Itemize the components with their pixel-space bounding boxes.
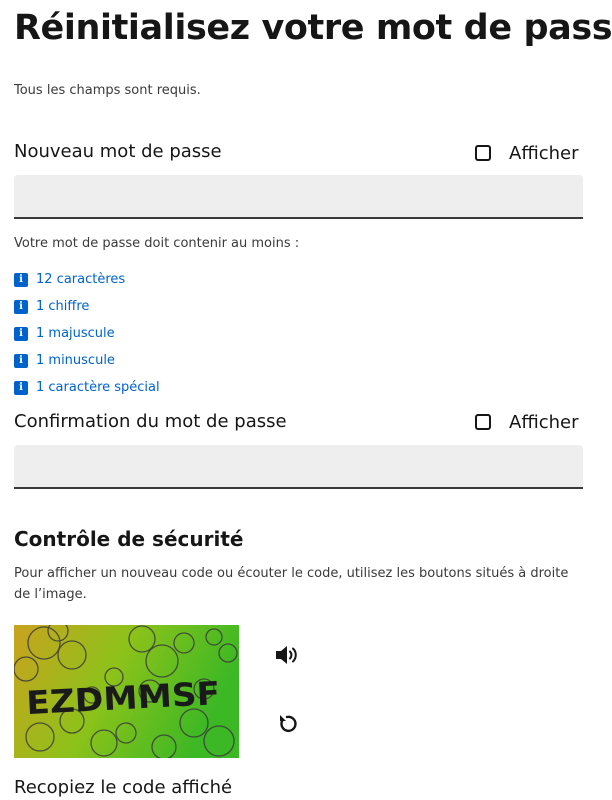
captcha-refresh-button[interactable]	[272, 709, 302, 739]
new-password-input[interactable]	[14, 175, 583, 219]
confirm-password-input[interactable]	[14, 445, 583, 489]
new-password-show-checkbox[interactable]	[475, 145, 491, 161]
password-rule-label: 1 caractère spécial	[36, 380, 160, 395]
password-rule: i 1 minuscule	[14, 347, 160, 374]
info-icon: i	[14, 353, 28, 368]
info-icon: i	[14, 299, 28, 314]
captcha-help-text: Pour afficher un nouveau code ou écouter…	[14, 566, 569, 602]
new-password-show-toggle[interactable]: Afficher	[475, 141, 579, 165]
new-password-show-label[interactable]: Afficher	[509, 143, 579, 164]
password-rule-label: 1 chiffre	[36, 299, 90, 314]
password-rules-intro: Votre mot de passe doit contenir au moin…	[14, 236, 300, 251]
password-rule: i 1 caractère spécial	[14, 374, 160, 401]
page-title: Réinitialisez votre mot de passe	[14, 8, 612, 48]
info-icon: i	[14, 272, 28, 287]
security-check-title: Contrôle de sécurité	[14, 527, 244, 551]
confirm-password-label: Confirmation du mot de passe	[14, 411, 287, 432]
info-icon: i	[14, 326, 28, 341]
confirm-password-show-toggle[interactable]: Afficher	[475, 410, 579, 434]
confirm-password-show-checkbox[interactable]	[475, 414, 491, 430]
speaker-icon	[276, 646, 297, 664]
password-rule-label: 1 minuscule	[36, 353, 115, 368]
confirm-password-show-label[interactable]: Afficher	[509, 412, 579, 433]
password-rule-label: 12 caractères	[36, 272, 126, 287]
info-icon: i	[14, 380, 28, 395]
password-rule: i 1 majuscule	[14, 320, 160, 347]
password-rule: i 1 chiffre	[14, 293, 160, 320]
password-rule-label: 1 majuscule	[36, 326, 115, 341]
captcha-image: EZDMMSF	[14, 625, 239, 758]
password-rule: i 12 caractères	[14, 266, 160, 293]
password-rules-list: i 12 caractères i 1 chiffre i 1 majuscul…	[14, 266, 160, 401]
captcha-audio-button[interactable]	[272, 640, 302, 670]
captcha-copy-label: Recopiez le code affiché	[14, 777, 233, 798]
refresh-icon	[280, 715, 297, 733]
required-fields-note: Tous les champs sont requis.	[14, 83, 201, 98]
new-password-label: Nouveau mot de passe	[14, 141, 222, 162]
